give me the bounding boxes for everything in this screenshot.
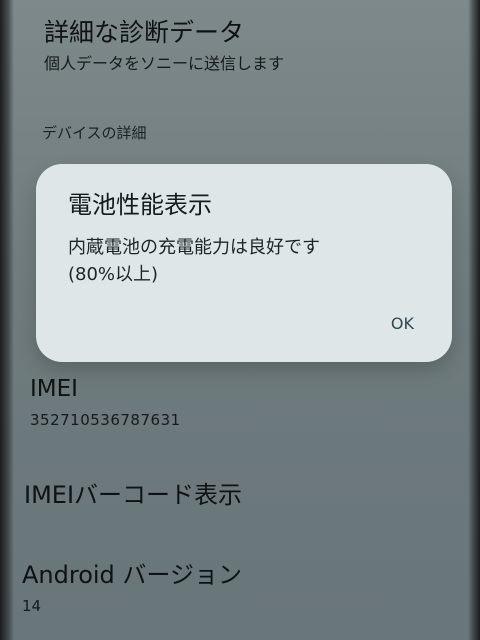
battery-performance-dialog: 電池性能表示 内蔵電池の充電能力は良好です (80%以上) OK	[36, 164, 452, 362]
dialog-message-line2: (80%以上)	[68, 264, 159, 285]
screen-edge-left	[0, 0, 14, 640]
android-version-value: 14	[22, 597, 42, 615]
dialog-title: 電池性能表示	[68, 191, 212, 219]
imei-barcode-title: IMEIバーコード表示	[24, 481, 243, 509]
diagnostic-data-subtitle: 個人データをソニーに送信します	[44, 54, 285, 73]
diagnostic-data-title: 詳細な診断データ	[44, 18, 245, 47]
imei-value: 352710536787631	[30, 411, 181, 429]
ok-button[interactable]: OK	[383, 308, 422, 340]
android-version-title: Android バージョン	[22, 561, 242, 589]
screen: 詳細な診断データ 個人データをソニーに送信します デバイスの詳細 IMEI 35…	[0, 0, 480, 640]
dialog-message: 内蔵電池の充電能力は良好です (80%以上)	[68, 234, 428, 288]
screen-edge-right	[468, 0, 480, 640]
imei-barcode-setting[interactable]: IMEIバーコード表示	[24, 480, 242, 510]
diagnostic-data-setting[interactable]: 詳細な診断データ 個人データをソニーに送信します	[44, 18, 284, 74]
dialog-message-line1: 内蔵電池の充電能力は良好です	[68, 237, 320, 258]
android-version-setting[interactable]: Android バージョン 14	[22, 560, 242, 616]
imei-title: IMEI	[30, 376, 78, 402]
device-details-header: デバイスの詳細	[42, 124, 147, 142]
imei-setting[interactable]: IMEI 352710536787631	[30, 374, 181, 430]
